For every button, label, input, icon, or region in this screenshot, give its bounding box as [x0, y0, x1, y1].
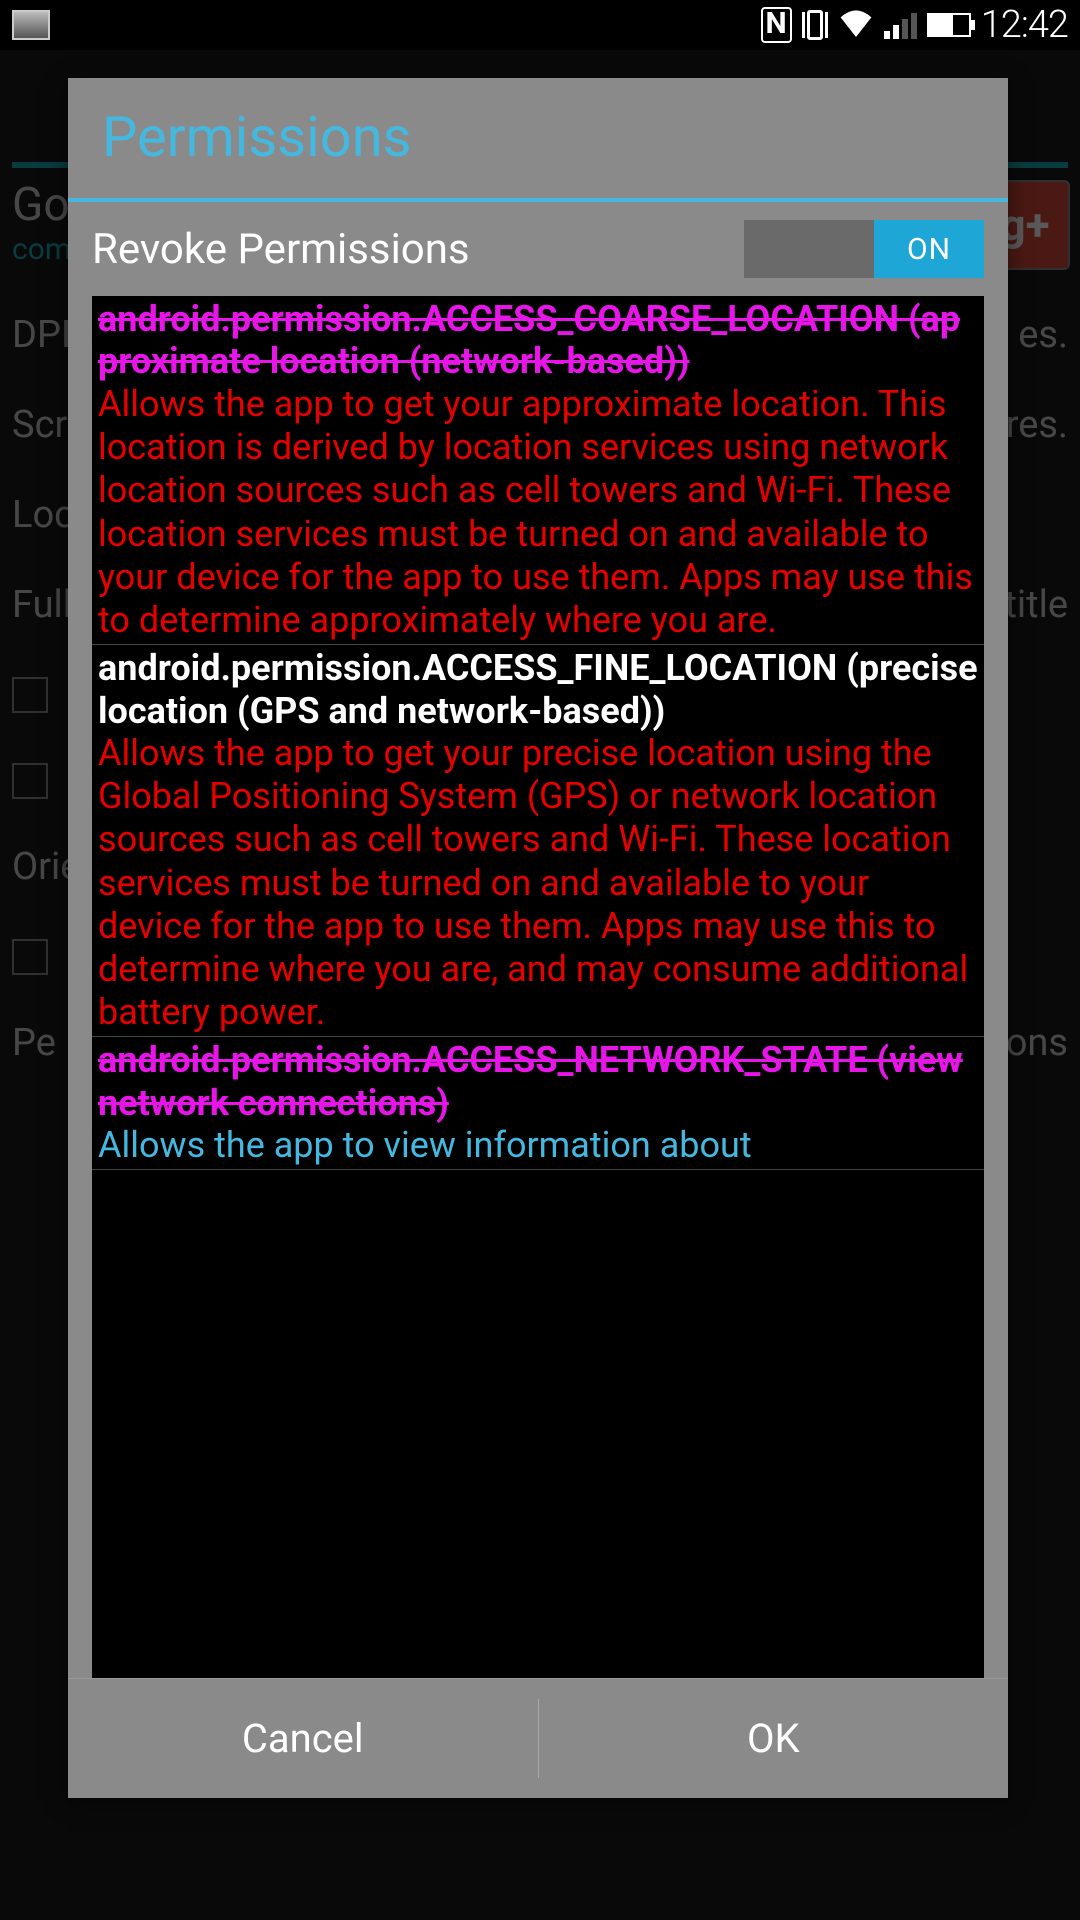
revoke-toggle[interactable]: ON: [744, 220, 984, 278]
bg-dpi-val: es.: [1018, 313, 1068, 357]
permission-name: android.permission.ACCESS_COARSE_LOCATIO…: [98, 298, 978, 383]
permission-item[interactable]: android.permission.ACCESS_FINE_LOCATION …: [92, 645, 984, 1037]
permission-description: Allows the app to view information about: [98, 1124, 978, 1167]
bg-checkbox: [12, 763, 48, 799]
permission-name: android.permission.ACCESS_NETWORK_STATE …: [98, 1039, 978, 1124]
nfc-icon: N: [761, 7, 792, 43]
clock: 12:42: [981, 3, 1068, 47]
status-bar: N 12:42: [0, 0, 1080, 50]
permissions-list[interactable]: android.permission.ACCESS_COARSE_LOCATIO…: [92, 296, 984, 1678]
ok-button[interactable]: OK: [539, 1679, 1009, 1798]
battery-icon: [927, 13, 971, 37]
signal-icon: [884, 11, 917, 39]
permission-description: Allows the app to get your precise locat…: [98, 732, 978, 1034]
permissions-dialog: Permissions Revoke Permissions ON androi…: [68, 78, 1008, 1798]
revoke-toggle-label: Revoke Permissions: [92, 225, 470, 274]
vibrate-icon: [802, 10, 828, 40]
bg-screen-val: res.: [1006, 403, 1068, 447]
permission-item[interactable]: android.permission.ACCESS_NETWORK_STATE …: [92, 1037, 984, 1170]
permission-description: Allows the app to get your approximate l…: [98, 383, 978, 642]
permission-item[interactable]: android.permission.ACCESS_COARSE_LOCATIO…: [92, 296, 984, 645]
wifi-icon: [838, 9, 874, 41]
bg-fs-val: title: [1005, 583, 1069, 627]
bg-dpi-label: DPI: [12, 313, 71, 357]
cancel-button[interactable]: Cancel: [68, 1679, 538, 1798]
toggle-state: ON: [874, 220, 984, 278]
bg-checkbox: [12, 939, 48, 975]
notification-icon: [12, 10, 50, 40]
dialog-title: Permissions: [102, 104, 974, 170]
permission-name: android.permission.ACCESS_FINE_LOCATION …: [98, 647, 978, 732]
bg-perms-val: ons: [1006, 1021, 1068, 1065]
bg-checkbox: [12, 677, 48, 713]
bg-perms-label: Pe: [12, 1021, 56, 1065]
